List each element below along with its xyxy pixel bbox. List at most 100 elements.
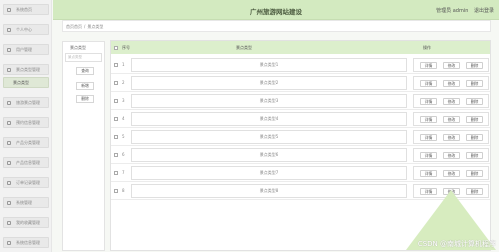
row-index: 7 xyxy=(122,170,125,175)
sidebar-item-label: 系统首页 xyxy=(16,6,32,12)
user-icon xyxy=(7,27,11,32)
ops-cell: 详情 修改 删除 xyxy=(413,76,489,90)
detail-button[interactable]: 详情 xyxy=(420,62,437,69)
sidebar-item-label: 景点类型管理 xyxy=(16,66,40,72)
detail-button[interactable]: 详情 xyxy=(420,170,437,177)
breadcrumb: 首页首页 / 景点类型 xyxy=(66,24,103,30)
row-delete-button[interactable]: 删除 xyxy=(466,116,483,123)
edit-button[interactable]: 修改 xyxy=(443,152,460,159)
receipt-icon xyxy=(7,180,11,185)
users-icon xyxy=(7,47,11,52)
category-icon xyxy=(7,140,11,145)
row-delete-button[interactable]: 删除 xyxy=(466,134,483,141)
row-name: 景点类型6 xyxy=(259,152,279,157)
table-row: 4 景点类型4 详情 修改 删除 xyxy=(111,110,490,128)
detail-button[interactable]: 详情 xyxy=(420,98,437,105)
sidebar: 系统首页 个人中心 用户管理 景点类型管理 景点类型 旅游景点管理 预约信息管理… xyxy=(0,0,52,252)
row-index: 5 xyxy=(122,134,125,139)
home-icon xyxy=(7,7,11,12)
table-row: 3 景点类型3 详情 修改 删除 xyxy=(111,92,490,110)
sidebar-item-label: 订单记录管理 xyxy=(16,179,40,185)
sidebar-item-label: 系统管理 xyxy=(16,199,32,205)
row-checkbox[interactable] xyxy=(114,117,118,121)
row-checkbox[interactable] xyxy=(114,135,118,139)
row-delete-button[interactable]: 删除 xyxy=(466,98,483,105)
row-checkbox[interactable] xyxy=(114,63,118,67)
sidebar-item-spot-type[interactable]: 景点类型 xyxy=(3,77,49,88)
table-row: 6 景点类型6 详情 修改 删除 xyxy=(111,146,490,164)
edit-button[interactable]: 修改 xyxy=(443,62,460,69)
row-checkbox[interactable] xyxy=(114,153,118,157)
sidebar-item-home[interactable]: 系统首页 xyxy=(3,4,49,15)
row-checkbox[interactable] xyxy=(114,99,118,103)
search-button[interactable]: 查询 xyxy=(76,67,94,75)
row-checkbox[interactable] xyxy=(114,81,118,85)
delete-button[interactable]: 删除 xyxy=(76,95,94,103)
sidebar-item-profile[interactable]: 个人中心 xyxy=(3,24,49,35)
ops-cell: 详情 修改 删除 xyxy=(413,58,489,72)
sidebar-item-system[interactable]: 系统管理 xyxy=(3,197,49,208)
row-name: 景点类型1 xyxy=(259,62,279,67)
column-header-ops: 操作 xyxy=(423,45,431,50)
row-delete-button[interactable]: 删除 xyxy=(466,152,483,159)
select-all-checkbox[interactable] xyxy=(114,46,118,50)
detail-button[interactable]: 详情 xyxy=(420,80,437,87)
search-input[interactable]: 景点类型 xyxy=(65,53,102,62)
edit-button[interactable]: 修改 xyxy=(443,134,460,141)
breadcrumb-current: 景点类型 xyxy=(87,24,104,29)
table-row: 1 景点类型1 详情 修改 删除 xyxy=(111,56,490,74)
sidebar-item-label: 我的收藏管理 xyxy=(16,219,40,225)
detail-button[interactable]: 详情 xyxy=(420,116,437,123)
row-index: 4 xyxy=(122,116,125,121)
edit-button[interactable]: 修改 xyxy=(443,80,460,87)
table-row: 7 景点类型7 详情 修改 删除 xyxy=(111,164,490,182)
ops-cell: 详情 修改 删除 xyxy=(413,130,489,144)
row-index: 8 xyxy=(122,188,125,193)
row-name: 景点类型8 xyxy=(259,188,279,193)
breadcrumb-home[interactable]: 首页首页 xyxy=(66,24,82,29)
row-delete-button[interactable]: 删除 xyxy=(466,170,483,177)
edit-button[interactable]: 修改 xyxy=(443,116,460,123)
detail-button[interactable]: 详情 xyxy=(420,134,437,141)
info-icon xyxy=(7,240,11,245)
edit-button[interactable]: 修改 xyxy=(443,98,460,105)
sidebar-item-label: 用户管理 xyxy=(16,46,32,52)
row-index: 2 xyxy=(122,80,125,85)
current-user: 管理员 admin xyxy=(436,8,469,14)
column-header-index: 序号 xyxy=(122,45,130,50)
edit-button[interactable]: 修改 xyxy=(443,170,460,177)
sidebar-item-label: 预约信息管理 xyxy=(16,119,40,125)
column-header-name: 景点类型 xyxy=(236,45,252,50)
box-icon xyxy=(7,160,11,165)
logout-link[interactable]: 退出登录 xyxy=(474,8,494,14)
table-header xyxy=(111,41,490,54)
row-index: 1 xyxy=(122,62,125,67)
filter-panel-title: 景点类型 xyxy=(70,45,86,50)
sidebar-item-product-category[interactable]: 产品分类管理 xyxy=(3,137,49,148)
add-button[interactable]: 新增 xyxy=(76,82,94,90)
table-row: 2 景点类型2 详情 修改 删除 xyxy=(111,74,490,92)
sidebar-item-orders[interactable]: 订单记录管理 xyxy=(3,177,49,188)
sidebar-item-spot-type-mgmt[interactable]: 景点类型管理 xyxy=(3,64,49,75)
row-name: 景点类型3 xyxy=(259,98,279,103)
detail-button[interactable]: 详情 xyxy=(420,152,437,159)
row-checkbox[interactable] xyxy=(114,171,118,175)
sidebar-item-label: 景点类型 xyxy=(13,79,29,85)
row-delete-button[interactable]: 删除 xyxy=(466,80,483,87)
sidebar-item-products[interactable]: 产品信息管理 xyxy=(3,157,49,168)
ops-cell: 详情 修改 删除 xyxy=(413,112,489,126)
table-row: 5 景点类型5 详情 修改 删除 xyxy=(111,128,490,146)
sidebar-item-attractions[interactable]: 旅游景点管理 xyxy=(3,97,49,108)
sidebar-item-reservations[interactable]: 预约信息管理 xyxy=(3,117,49,128)
row-delete-button[interactable]: 删除 xyxy=(466,62,483,69)
breadcrumb-separator: / xyxy=(84,24,86,29)
row-name: 景点类型2 xyxy=(259,80,279,85)
sidebar-item-sysinfo[interactable]: 系统信息管理 xyxy=(3,237,49,248)
breadcrumb-bar xyxy=(62,20,491,32)
row-checkbox[interactable] xyxy=(114,189,118,193)
sidebar-item-users[interactable]: 用户管理 xyxy=(3,44,49,55)
sidebar-item-favorites[interactable]: 我的收藏管理 xyxy=(3,217,49,228)
watermark: CSDN @南城计算机程序 xyxy=(417,240,496,248)
ops-cell: 详情 修改 删除 xyxy=(413,94,489,108)
star-icon xyxy=(7,220,11,225)
